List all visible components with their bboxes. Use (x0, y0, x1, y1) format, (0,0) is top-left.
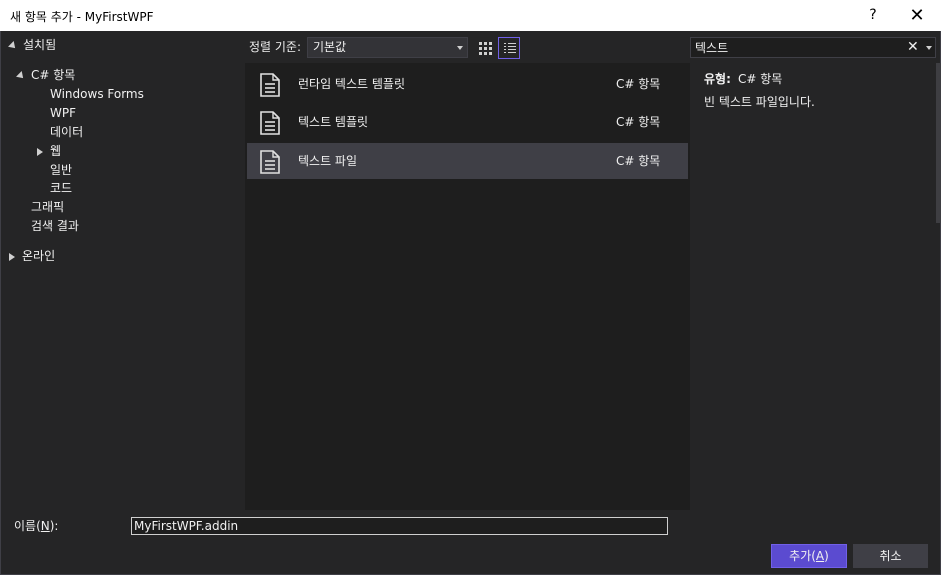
sort-dropdown[interactable]: 기본값 (307, 37, 468, 58)
list-item-selected[interactable]: 텍스트 파일 C# 항목 (247, 143, 688, 179)
grid-view-button[interactable] (474, 37, 496, 59)
text-document-icon (260, 73, 280, 97)
type-value: C# 항목 (738, 72, 783, 86)
tree-item-label: 온라인 (22, 249, 56, 263)
tree-item-code[interactable]: 코드 (50, 179, 72, 198)
tree-item-search-results[interactable]: 검색 결과 (31, 217, 79, 236)
template-name: 텍스트 템플릿 (298, 115, 369, 129)
tree-item-csharp[interactable]: C# 항목 (16, 66, 76, 85)
sort-label: 정렬 기준: (249, 40, 302, 54)
collapsed-arrow-icon[interactable] (37, 147, 43, 156)
add-button[interactable]: 추가(A) (771, 544, 847, 568)
category-tree: 설치됨 C# 항목 Windows Forms WPF 데이터 웹 일반 코드 … (0, 31, 245, 511)
clear-search-icon[interactable]: ✕ (907, 39, 919, 56)
details-pane: 유형: C# 항목 빈 텍스트 파일입니다. (690, 63, 936, 510)
expanded-arrow-icon[interactable] (8, 40, 18, 51)
text-document-icon (260, 150, 280, 174)
name-field[interactable] (131, 517, 668, 535)
list-item[interactable]: 런타임 텍스트 템플릿 C# 항목 (247, 66, 688, 102)
template-name: 텍스트 파일 (298, 154, 358, 168)
tree-item-web[interactable]: 웹 (37, 142, 61, 161)
collapsed-arrow-icon[interactable] (9, 252, 15, 261)
tree-item-installed[interactable]: 설치됨 (8, 36, 57, 55)
chevron-down-icon (457, 46, 463, 50)
tree-item-label: C# 항목 (31, 68, 76, 82)
cancel-button[interactable]: 취소 (853, 544, 928, 568)
close-button[interactable]: ✕ (894, 0, 940, 31)
template-name: 런타임 텍스트 템플릿 (298, 77, 405, 91)
list-item[interactable]: 텍스트 템플릿 C# 항목 (247, 104, 688, 140)
window-title: 새 항목 추가 - MyFirstWPF (10, 10, 154, 24)
search-box[interactable]: ✕ (690, 37, 936, 58)
sort-value: 기본값 (313, 40, 347, 54)
name-label: 이름(N): (14, 519, 59, 533)
template-list: 런타임 텍스트 템플릿 C# 항목 텍스트 템플릿 C# 항목 텍스트 파일 C… (245, 63, 690, 510)
expanded-arrow-icon[interactable] (16, 70, 26, 81)
template-language: C# 항목 (616, 154, 661, 168)
scrollbar[interactable] (936, 63, 941, 223)
text-document-icon (260, 111, 280, 135)
template-description: 빈 텍스트 파일입니다. (704, 95, 815, 109)
title-bar: 새 항목 추가 - MyFirstWPF ? ✕ (0, 0, 941, 31)
type-label: 유형: (704, 72, 731, 86)
list-view-button[interactable] (498, 37, 520, 59)
tree-item-online[interactable]: 온라인 (9, 247, 55, 266)
tree-item-label: 설치됨 (23, 38, 57, 52)
tree-item-data[interactable]: 데이터 (50, 123, 83, 142)
tree-item-windows-forms[interactable]: Windows Forms (50, 85, 144, 104)
template-language: C# 항목 (616, 77, 661, 91)
chevron-down-icon[interactable] (926, 46, 932, 50)
template-language: C# 항목 (616, 115, 661, 129)
tree-item-general[interactable]: 일반 (50, 161, 72, 180)
tree-item-wpf[interactable]: WPF (50, 104, 76, 123)
tree-item-label: 웹 (50, 144, 62, 158)
help-button[interactable]: ? (850, 0, 896, 31)
search-input[interactable] (695, 39, 895, 56)
tree-item-graphics[interactable]: 그래픽 (31, 198, 64, 217)
